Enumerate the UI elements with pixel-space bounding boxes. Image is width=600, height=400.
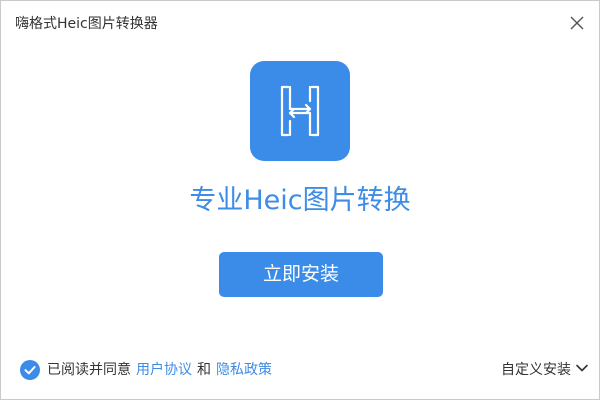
title-bar: 嗨格式Heic图片转换器 <box>1 1 599 47</box>
agreement-text: 已阅读并同意 用户协议和隐私政策 <box>47 360 272 380</box>
checkmark-icon <box>20 360 40 380</box>
close-icon <box>565 11 589 35</box>
privacy-policy-link[interactable]: 隐私政策 <box>216 362 272 378</box>
close-button[interactable] <box>565 11 589 35</box>
install-now-button[interactable]: 立即安装 <box>219 252 383 297</box>
conjunction-text: 和 <box>197 362 211 378</box>
app-logo <box>250 61 350 161</box>
window-title: 嗨格式Heic图片转换器 <box>15 16 158 32</box>
installer-window: 嗨格式Heic图片转换器 专业Heic图片转换 立即安装 已阅读并同意 用户协议… <box>0 0 600 400</box>
user-agreement-link[interactable]: 用户协议 <box>136 362 192 378</box>
heic-logo-icon <box>250 61 350 161</box>
headline: 专业Heic图片转换 <box>189 185 411 216</box>
agree-prefix: 已阅读并同意 <box>47 362 131 378</box>
agree-checkbox[interactable] <box>20 360 40 380</box>
chevron-down-icon <box>575 359 589 379</box>
custom-install-label: 自定义安装 <box>501 362 571 378</box>
custom-install-button[interactable]: 自定义安装 <box>501 360 589 380</box>
footer: 已阅读并同意 用户协议和隐私政策 自定义安装 <box>1 357 599 387</box>
